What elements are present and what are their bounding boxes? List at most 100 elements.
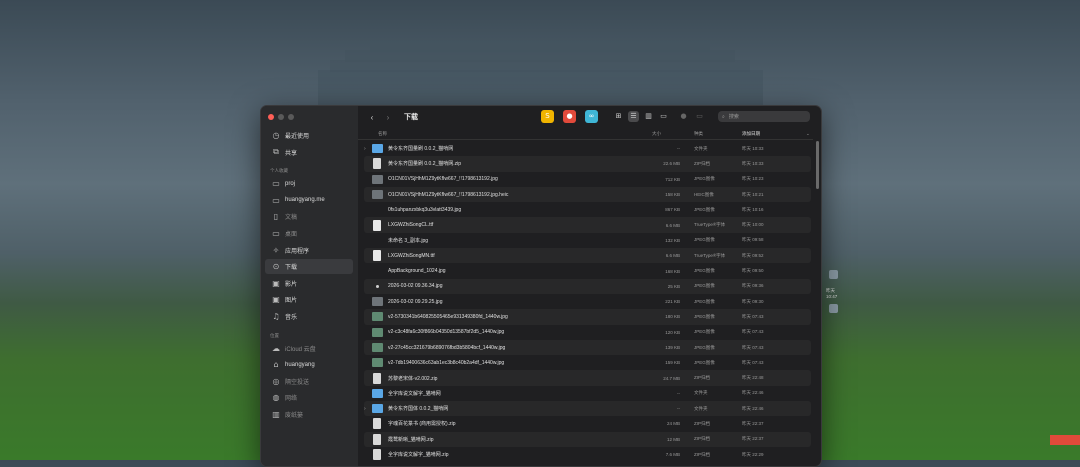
table-row[interactable]: O1CN01VSjHhM1Z9ytKfIw667_!!1798613192.jp… [364, 172, 811, 187]
sidebar-item[interactable]: ⊙ 下载 [265, 259, 353, 275]
table-row[interactable]: AppBackground_1024.jpg 168 KB JPEG图像 昨天 09:… [364, 263, 811, 278]
table-row[interactable]: v2-27c45cc321679b689076fbd3b5804bcf_1440… [364, 339, 811, 356]
sidebar-item[interactable]: ⧉ 共享 [265, 145, 353, 160]
table-row[interactable]: 2026-03-02 09.29.25.jpg 221 KB JPEG图像 昨天 09… [364, 294, 811, 309]
file-date: 昨天 10:33 [742, 145, 764, 151]
table-row[interactable]: 全字库说文解字_猫啃网 -- 文件夹 昨天 22:46 [364, 386, 811, 401]
column-header: 名称 大小 种类 添加日期 ⌄ [358, 129, 813, 140]
file-size: 6.6 MB [665, 253, 680, 259]
file-size: 132 KB [665, 237, 680, 243]
group-button[interactable]: ● [678, 111, 689, 122]
blank-file-icon [372, 267, 383, 276]
sidebar-item-label: huangyang [285, 361, 315, 368]
sidebar-item-label: 音乐 [285, 315, 298, 321]
file-date: 昨天 10:23 [742, 176, 764, 182]
table-row[interactable]: v2-7db19400636c63ab1ec3b8c40b2a4df_1440w… [364, 355, 811, 370]
sidebar-item[interactable]: ◎ 隔空投送 [265, 374, 353, 389]
table-row[interactable]: LXGWZhiSongMN.ttf 6.6 MB TrueType®字体 昨天 09:… [364, 248, 811, 264]
desktop-widget: 昨天 10:47 [826, 270, 838, 313]
file-size: -- [677, 406, 680, 412]
sidebar-item[interactable]: ▭ proj [265, 176, 353, 191]
table-row[interactable]: LXGWZhiSongCL.ttf 6.6 MB TrueType®字体 昨天 10:… [364, 217, 811, 233]
column-name[interactable]: 名称 [378, 131, 387, 137]
house-icon: ⌂ [273, 360, 279, 370]
back-button[interactable]: ‹ [364, 111, 380, 124]
trash-icon: ▥ [272, 410, 280, 419]
sidebar-item[interactable]: ◷ 最近使用 [265, 128, 353, 143]
table-row[interactable]: 黄令东齐国量刷 0.0.2_猫啃网.zip 22.6 MB ZIP归档 昨天 10:3… [364, 156, 811, 172]
file-kind: 文件夹 [694, 405, 708, 411]
forward-button[interactable]: › [380, 111, 396, 124]
icloud-icon: ☁ [272, 343, 280, 353]
table-row[interactable]: v2-5730341b640825505465e931349380fd_1440… [364, 309, 811, 325]
file-kind: JPEG图像 [694, 344, 715, 350]
sidebar-item[interactable]: ⌂ huangyang [265, 357, 353, 372]
sidebar-item[interactable]: ◍ 网络 [265, 390, 353, 405]
folder-file-icon [372, 144, 383, 154]
zoom-button[interactable] [288, 114, 294, 120]
list-view-button[interactable]: ☰ [628, 111, 639, 122]
desktop-red-bar [1050, 435, 1080, 445]
image-file-icon [372, 190, 383, 200]
sidebar-item[interactable]: ♫ 音乐 [265, 309, 353, 324]
file-date: 昨天 22:48 [742, 375, 764, 381]
table-row[interactable]: 霞鹜新晰_猫啃网.zip 12 MB ZIP归档 昨天 22:37 [364, 431, 811, 447]
column-kind[interactable]: 种类 [694, 131, 703, 137]
widget-up-arrow[interactable] [829, 270, 838, 279]
file-date: 昨天 10:33 [742, 160, 764, 166]
image-file-icon [372, 297, 383, 307]
file-kind: JPEG图像 [694, 176, 715, 182]
scrollbar[interactable] [816, 141, 819, 189]
file-kind: ZIP归档 [694, 160, 711, 166]
table-row[interactable]: 2026-03-02 09.36.34.jpg 25 KB JPEG图像 昨天 09:… [364, 278, 811, 294]
disclosure-chevron-icon[interactable]: › [364, 406, 366, 412]
sidebar-item[interactable]: ▯ 文稿 [265, 209, 353, 224]
sidebar-item[interactable]: ▥ 废纸篓 [265, 407, 353, 422]
file-date: 昨天 22:37 [742, 420, 764, 426]
toolbar: ‹ › 下载 S ● ∞ ⊞ ☰ ▥ ▭ ● ▭ ⌕ 搜索 [358, 106, 821, 128]
minimize-button[interactable] [278, 114, 284, 120]
file-kind: JPEG图像 [694, 237, 715, 243]
file-date: 昨天 09:36 [742, 283, 764, 289]
sidebar-item[interactable]: ✧ 应用程序 [265, 243, 353, 258]
app-icon-teal[interactable]: ∞ [585, 110, 598, 123]
table-row[interactable]: › 黄令东齐国量刷 0.0.2_猫啃网 -- 文件夹 昨天 10:33 [364, 141, 811, 156]
app-icon-red[interactable]: ● [563, 110, 576, 123]
column-view-button[interactable]: ▥ [643, 111, 654, 122]
file-date: 昨天 09:52 [742, 252, 764, 258]
sidebar-item-label: 影片 [285, 281, 298, 288]
file-size: 712 KB [665, 176, 680, 182]
sidebar-item[interactable]: ☁ iCloud 云盘 [265, 341, 353, 356]
table-row[interactable]: 0fs1uhpanzxbkq3u3vlatt3439.jpg 867 KB JPEG… [364, 202, 811, 217]
blank-file-icon [372, 236, 383, 245]
sidebar-item-label: proj [285, 180, 296, 187]
file-size: 221 KB [665, 299, 680, 305]
table-row[interactable]: › 黄令东齐国体 0.0.2_猫啃网 -- 文件夹 昨天 22:46 [364, 401, 811, 417]
gallery-view-button[interactable]: ▭ [658, 111, 669, 122]
table-row[interactable]: 未命名 3_副本.jpg 132 KB JPEG图像 昨天 09:58 [364, 233, 811, 248]
icon-view-button[interactable]: ⊞ [613, 111, 624, 122]
zip-file-icon [373, 372, 381, 384]
sidebar-item[interactable]: ▣ 图片 [265, 292, 353, 307]
folder-file-icon [372, 388, 383, 398]
sidebar-item[interactable]: ▭ huangyang.me [265, 193, 353, 208]
disclosure-chevron-icon[interactable]: › [364, 146, 366, 152]
file-size: 24 MB [666, 421, 680, 427]
sidebar-item[interactable]: ▭ 桌面 [265, 226, 353, 241]
close-button[interactable] [268, 114, 274, 120]
file-kind: JPEG图像 [694, 268, 715, 274]
file-kind: JPEG图像 [694, 206, 715, 212]
table-row[interactable]: v2-c3c48fa6c30f866b04350d13587bf2d5_1440… [364, 325, 811, 340]
table-row[interactable]: 苏黎老宋体-v2.002.zip 24.7 MB ZIP归档 昨天 22:48 [364, 370, 811, 386]
column-date[interactable]: 添加日期 [742, 131, 760, 137]
search-field[interactable]: ⌕ 搜索 [718, 111, 810, 122]
app-icon-yellow[interactable]: S [541, 110, 554, 123]
sidebar-item[interactable]: ▣ 影片 [265, 276, 353, 291]
table-row[interactable]: O1CN01VSjHhM1Z9ytKfIw667_!!1798613192.jp… [364, 186, 811, 203]
share-button[interactable]: ▭ [694, 111, 705, 122]
table-row[interactable]: 字魂百花篆书 (商用需授权).zip 24 MB ZIP归档 昨天 22:37 [364, 416, 811, 431]
widget-down-arrow[interactable] [829, 304, 838, 313]
pictures-icon: ▣ [272, 295, 280, 305]
column-size[interactable]: 大小 [652, 131, 661, 137]
music-icon: ♫ [272, 312, 280, 321]
